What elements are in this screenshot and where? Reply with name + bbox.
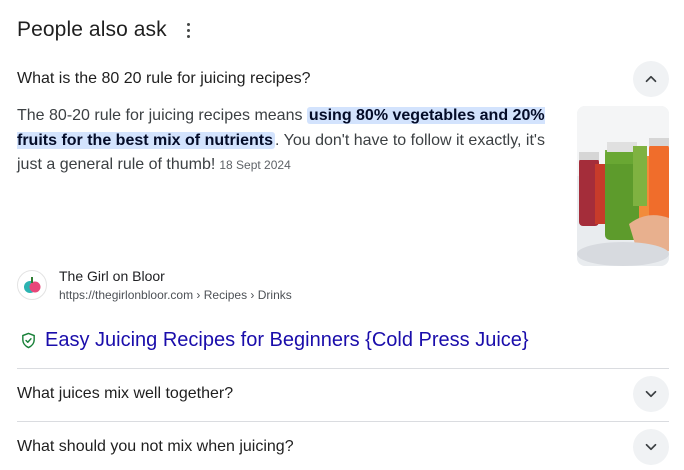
juice-thumbnail[interactable] xyxy=(577,106,669,266)
chevron-up-icon xyxy=(645,75,657,83)
collapse-button[interactable] xyxy=(633,61,669,97)
paa-title: People also ask xyxy=(17,18,167,41)
chevron-down-icon xyxy=(645,443,657,451)
paa-header: People also ask xyxy=(17,18,195,42)
answer-snippet: The 80-20 rule for juicing recipes means… xyxy=(17,104,562,178)
result-title[interactable]: Easy Juicing Recipes for Beginners {Cold… xyxy=(45,329,529,352)
verified-shield-icon xyxy=(22,332,35,349)
expand-button[interactable] xyxy=(633,376,669,412)
question-text[interactable]: What should you not mix when juicing? xyxy=(17,438,294,456)
divider xyxy=(17,368,669,369)
source-url[interactable]: https://thegirlonbloor.com › Recipes › D… xyxy=(59,286,292,304)
question-row[interactable]: What juices mix well together? xyxy=(17,376,669,412)
answer-text: The 80-20 rule for juicing recipes means xyxy=(17,107,307,124)
answer-date: 18 Sept 2024 xyxy=(219,158,291,172)
question-row[interactable]: What should you not mix when juicing? xyxy=(17,429,669,465)
question-text[interactable]: What juices mix well together? xyxy=(17,385,233,403)
source-block[interactable]: The Girl on Bloor https://thegirlonbloor… xyxy=(17,266,292,304)
source-name[interactable]: The Girl on Bloor xyxy=(59,266,292,286)
divider xyxy=(17,421,669,422)
more-vert-icon[interactable] xyxy=(183,19,195,41)
expand-button[interactable] xyxy=(633,429,669,465)
question-row-expanded[interactable]: What is the 80 20 rule for juicing recip… xyxy=(17,61,669,97)
site-favicon-icon xyxy=(17,270,47,300)
question-text[interactable]: What is the 80 20 rule for juicing recip… xyxy=(17,70,310,88)
juice-jars-image xyxy=(577,106,669,266)
result-link[interactable]: Easy Juicing Recipes for Beginners {Cold… xyxy=(20,329,529,352)
chevron-down-icon xyxy=(645,390,657,398)
